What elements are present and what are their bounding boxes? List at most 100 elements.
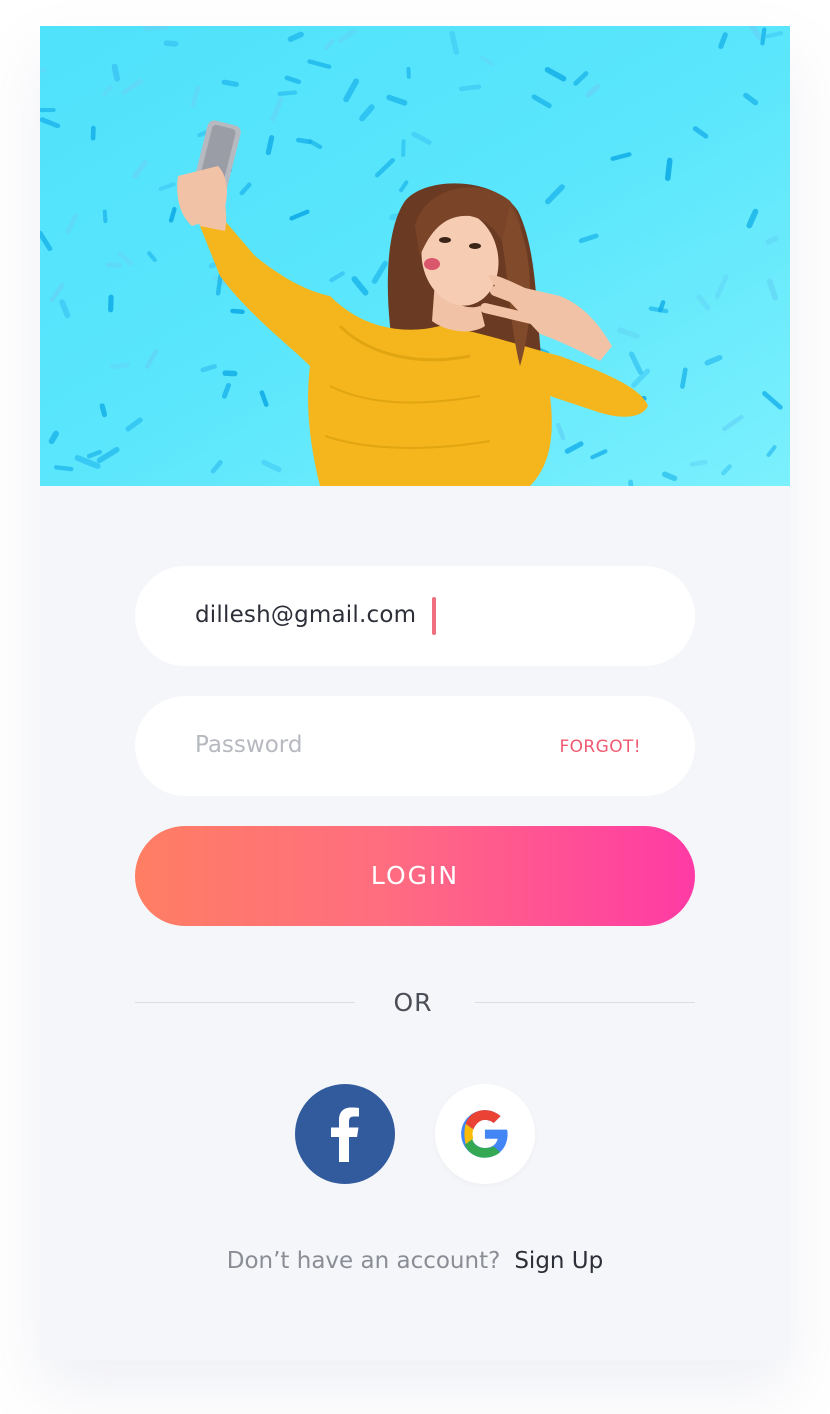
confetti-sprinkle xyxy=(158,182,176,191)
confetti-sprinkle xyxy=(221,79,239,87)
confetti-sprinkle xyxy=(760,27,767,46)
confetti-sprinkle xyxy=(74,455,101,469)
confetti-sprinkle xyxy=(200,363,218,373)
confetti-sprinkle xyxy=(692,126,709,139)
confetti-sprinkle xyxy=(714,274,729,300)
login-card: dillesh@gmail.com Password FORGOT! LOGIN… xyxy=(40,26,790,1360)
confetti-sprinkle xyxy=(163,40,179,47)
confetti-sprinkle xyxy=(766,278,779,301)
confetti-sprinkle xyxy=(102,84,114,97)
confetti-sprinkle xyxy=(628,479,634,486)
confetti-sprinkle xyxy=(49,283,65,303)
facebook-icon xyxy=(331,1107,359,1162)
confetti-sprinkle xyxy=(48,430,59,445)
or-divider-text: OR xyxy=(393,988,433,1017)
forgot-password-link[interactable]: FORGOT! xyxy=(559,737,641,757)
confetti-sprinkle xyxy=(324,38,335,51)
confetti-sprinkle xyxy=(578,233,599,244)
confetti-sprinkle xyxy=(117,251,134,267)
confetti-sprinkle xyxy=(766,445,777,457)
confetti-sprinkle xyxy=(661,471,678,482)
confetti-sprinkle xyxy=(658,300,666,313)
confetti-sprinkle xyxy=(762,391,783,410)
confetti-sprinkle xyxy=(132,159,148,179)
divider-line-left xyxy=(135,1002,355,1003)
confetti-sprinkle xyxy=(479,55,494,66)
confetti-sprinkle xyxy=(564,441,584,454)
confetti-sprinkle xyxy=(125,417,143,432)
confetti-sprinkle xyxy=(239,182,252,196)
confetti-sprinkle xyxy=(689,459,708,467)
confetti-sprinkle xyxy=(585,83,601,98)
signup-prompt: Don’t have an account? Sign Up xyxy=(40,1248,790,1274)
confetti-sprinkle xyxy=(764,31,784,39)
confetti-sprinkle xyxy=(749,26,763,41)
confetti-sprinkle xyxy=(168,206,177,223)
confetti-sprinkle xyxy=(351,276,369,296)
confetti-sprinkle xyxy=(190,85,201,108)
confetti-sprinkle xyxy=(308,139,323,150)
confetti-sprinkle xyxy=(40,67,47,74)
signup-link[interactable]: Sign Up xyxy=(514,1248,603,1274)
confetti-sprinkle xyxy=(399,180,409,193)
confetti-sprinkle xyxy=(65,213,79,234)
confetti-sprinkle xyxy=(215,273,223,296)
confetti-sprinkle xyxy=(59,299,71,319)
confetti-sprinkle xyxy=(147,251,157,263)
confetti-sprinkle xyxy=(696,294,711,311)
confetti-sprinkle xyxy=(145,349,159,370)
confetti-sprinkle xyxy=(374,158,395,178)
confetti-sprinkle xyxy=(590,449,608,460)
hero-image xyxy=(40,26,790,486)
confetti-sprinkle xyxy=(531,94,552,109)
confetti-sprinkle xyxy=(86,449,102,459)
text-caret xyxy=(432,597,436,635)
divider-line-right xyxy=(475,1002,695,1003)
login-button[interactable]: LOGIN xyxy=(135,826,695,926)
confetti-sprinkle xyxy=(359,104,375,122)
email-field[interactable]: dillesh@gmail.com xyxy=(135,566,695,666)
confetti-sprinkle xyxy=(704,354,723,366)
confetti-sprinkle xyxy=(555,422,566,441)
confetti-sprinkle xyxy=(102,209,108,224)
confetti-sprinkle xyxy=(96,446,120,464)
confetti-sprinkle xyxy=(617,327,640,339)
confetti-sprinkle xyxy=(544,67,567,82)
confetti-sprinkle xyxy=(743,92,759,106)
confetti-sprinkle xyxy=(664,157,673,181)
confetti-sprinkle xyxy=(296,137,312,145)
confetti-sprinkle xyxy=(259,390,269,407)
google-icon xyxy=(461,1110,508,1158)
confetti-sprinkle xyxy=(99,403,108,418)
confetti-sprinkle xyxy=(40,117,61,129)
confetti-sprinkle xyxy=(718,32,728,50)
confetti-sprinkle xyxy=(54,465,74,472)
confetti-sprinkle xyxy=(230,308,245,315)
confetti-sprinkle xyxy=(307,59,332,69)
confetti-sprinkle xyxy=(121,78,144,95)
confetti-sprinkle xyxy=(265,135,275,156)
confetti-sprinkle xyxy=(721,464,732,476)
confetti-sprinkle xyxy=(458,84,482,92)
google-login-button[interactable] xyxy=(435,1084,535,1184)
confetti-sprinkle xyxy=(386,94,408,106)
facebook-login-button[interactable] xyxy=(295,1084,395,1184)
confetti-sprinkle xyxy=(329,271,345,283)
confetti-sprinkle xyxy=(210,460,223,474)
confetti-sprinkle xyxy=(111,63,121,82)
confetti-sprinkle xyxy=(573,71,589,86)
email-value: dillesh@gmail.com xyxy=(195,602,417,628)
confetti-sprinkle xyxy=(221,382,231,399)
confetti-sprinkle xyxy=(284,75,302,85)
confetti-sprinkle xyxy=(343,78,360,103)
hero-illustration xyxy=(40,26,784,486)
confetti-sprinkle xyxy=(411,131,432,145)
confetti-sprinkle xyxy=(449,30,460,55)
confetti-sprinkle xyxy=(289,209,310,221)
confetti-sprinkle xyxy=(545,184,565,205)
confetti-sprinkle xyxy=(680,367,688,389)
confetti-sprinkle xyxy=(110,362,130,370)
selfie-woman-illustration xyxy=(177,120,648,486)
password-field[interactable]: Password FORGOT! xyxy=(135,696,695,796)
confetti-sprinkle xyxy=(371,260,388,284)
